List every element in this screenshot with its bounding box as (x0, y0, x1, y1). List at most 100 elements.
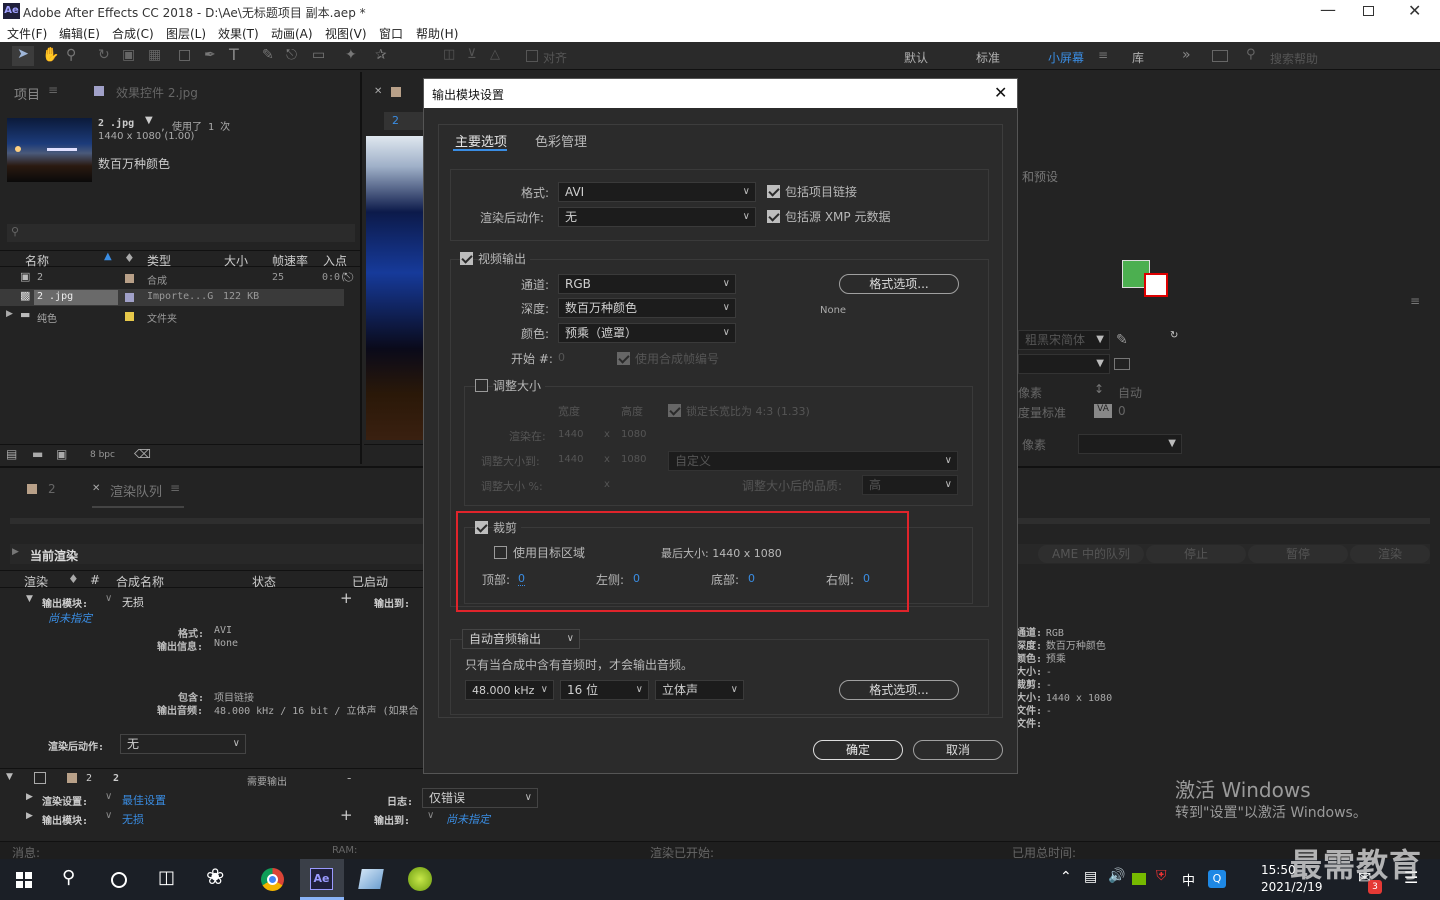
project-search-field[interactable]: ⚲ (7, 224, 355, 242)
post-render-select[interactable]: 无 ∨ (120, 734, 246, 754)
render-queue-close-icon[interactable]: ✕ (92, 483, 100, 494)
roto-brush-tool-icon[interactable]: ✦ (345, 47, 357, 63)
depth-select[interactable]: 数百万种颜色 ∨ (558, 298, 736, 318)
network-icon[interactable]: ▤ (1084, 869, 1097, 885)
tray-chevron-icon[interactable]: ⌃ (1060, 869, 1072, 885)
col-comp-name[interactable]: 合成名称 (116, 573, 164, 590)
pinwheel-app-icon[interactable]: ❀ (206, 865, 224, 890)
menu-view[interactable]: 视图(V) (325, 25, 367, 42)
ime-indicator[interactable]: 中 (1182, 870, 1195, 889)
sample-rate-select[interactable]: 48.000 kHz ∨ (465, 680, 554, 700)
col-status[interactable]: 状态 (252, 573, 276, 590)
start-frame-value[interactable]: 0 (558, 351, 565, 364)
channels-select[interactable]: 立体声 ∨ (655, 680, 744, 700)
expand-arrow-icon[interactable]: ▶ (26, 792, 33, 802)
output-module2-dropdown-icon[interactable]: ∨ (105, 810, 112, 821)
task-view-icon[interactable]: ◫ (158, 867, 175, 888)
col-fps[interactable]: 帧速率 (272, 252, 308, 269)
chrome-icon[interactable] (261, 868, 284, 891)
stroke-style-select[interactable]: ▼ (1078, 434, 1182, 454)
workspace-small-screen[interactable]: 小屏幕 (1048, 49, 1084, 66)
col-name[interactable]: 名称 (25, 252, 49, 269)
workspace-default[interactable]: 默认 (904, 49, 928, 66)
resize-quality-select[interactable]: 高 ∨ (862, 475, 958, 495)
post-render-action-select[interactable]: 无 ∨ (558, 207, 756, 227)
output-module-value[interactable]: 无损 (122, 594, 144, 610)
table-row[interactable]: ▣ 2 合成 25 0:0( ⎋ (0, 270, 360, 287)
pan-behind-tool-icon[interactable]: ▦ (148, 47, 161, 63)
table-row[interactable]: ▩ 2 .jpg Importe...G 122 KB (0, 289, 344, 306)
search-icon[interactable]: ⚲ (62, 867, 75, 888)
log-select[interactable]: 仅错误 ∨ (422, 788, 538, 808)
no-fill-swatch[interactable] (1114, 358, 1130, 370)
use-comp-frame-checkbox[interactable] (617, 352, 630, 365)
type-tool-icon[interactable]: T (229, 45, 239, 64)
interpret-footage-icon[interactable]: ▤ (6, 447, 17, 461)
render-queue-tab[interactable]: 渲染队列 (110, 481, 162, 500)
resize-to-height[interactable]: 1080 (621, 454, 646, 465)
character-menu-icon[interactable]: ≡ (1410, 294, 1420, 308)
menu-effect[interactable]: 效果(T) (218, 25, 259, 42)
cancel-button[interactable]: 取消 (913, 740, 1003, 760)
audio-output-mode-select[interactable]: 自动音频输出 ∨ (462, 629, 580, 649)
resize-to-width[interactable]: 1440 (558, 454, 583, 465)
col-number[interactable]: # (90, 573, 100, 587)
cortana-icon[interactable] (111, 872, 127, 888)
render-button[interactable]: 渲染 (1350, 545, 1430, 563)
color-select[interactable]: 预乘（遮罩） ∨ (558, 323, 736, 343)
security-icon[interactable]: ⛨ (1156, 868, 1167, 884)
expand-arrow-icon[interactable]: ▼ (6, 772, 13, 782)
menu-edit[interactable]: 编辑(E) (59, 25, 100, 42)
project-tab[interactable]: 项目 (14, 84, 40, 103)
eyedropper-icon[interactable]: ✎ (1116, 332, 1128, 348)
swap-colors-icon[interactable]: ↻ (1170, 330, 1178, 341)
menu-layer[interactable]: 图层(L) (166, 25, 206, 42)
menu-composition[interactable]: 合成(C) (112, 25, 154, 42)
new-comp-icon[interactable]: ▣ (56, 447, 67, 461)
notebook-app-icon[interactable] (358, 869, 384, 889)
render-settings-value[interactable]: 最佳设置 (122, 792, 166, 808)
expand-arrow-icon[interactable]: ▶ (12, 547, 19, 557)
add-output-module2-icon[interactable]: + (340, 806, 353, 824)
video-format-options-button[interactable]: 格式选项... (839, 274, 959, 294)
output-unspecified-link[interactable]: 尚未指定 (48, 610, 92, 626)
dialog-close-icon[interactable]: ✕ (994, 83, 1007, 102)
volume-icon[interactable]: 🔊 (1108, 868, 1125, 884)
col-in[interactable]: 入点 (323, 252, 347, 269)
col-size[interactable]: 大小 (224, 252, 248, 269)
local-axis-icon[interactable]: ◫ (443, 47, 455, 62)
zoom-tool-icon[interactable]: ⚲ (66, 47, 76, 63)
snap-checkbox[interactable] (526, 50, 538, 62)
channel-select[interactable]: RGB ∨ (558, 274, 736, 294)
delete-icon[interactable]: ⌫ (134, 447, 151, 461)
close-icon[interactable]: ✕ (1408, 1, 1421, 20)
selection-tool-icon[interactable]: ➤ (12, 46, 34, 66)
kerning-value[interactable]: 度量标准 (1018, 404, 1066, 421)
expand-arrow-icon[interactable]: ▶ (26, 811, 33, 821)
expand-arrow-icon[interactable]: ▶ (6, 309, 13, 319)
comp-close-icon[interactable]: ✕ (374, 86, 382, 97)
col-started[interactable]: 已启动 (352, 573, 388, 590)
asset-dropdown-icon[interactable]: ▼ (145, 115, 153, 126)
menu-animation[interactable]: 动画(A) (271, 25, 313, 42)
leading-value[interactable]: 自动 (1118, 384, 1142, 401)
camera-tool-icon[interactable]: ▣ (122, 47, 135, 63)
resize-checkbox[interactable] (475, 379, 488, 392)
timeline-tab[interactable]: 2 (48, 482, 56, 496)
output-to2-value[interactable]: 尚未指定 (446, 811, 490, 827)
hand-tool-icon[interactable]: ✋ (42, 47, 59, 63)
world-axis-icon[interactable]: ⊻ (467, 47, 477, 62)
tracking-value[interactable]: 0 (1118, 404, 1126, 418)
clone-stamp-tool-icon[interactable]: ⎋ (286, 47, 297, 63)
brush-tool-icon[interactable]: ✎ (262, 47, 274, 63)
include-xmp-checkbox[interactable] (767, 210, 780, 223)
green-app-icon[interactable] (408, 867, 432, 891)
workspace-standard[interactable]: 标准 (976, 49, 1000, 66)
view-axis-icon[interactable]: △ (490, 47, 500, 62)
table-row[interactable]: ▶ ▬ 纯色 文件夹 (0, 308, 360, 325)
rotate-tool-icon[interactable]: ↻ (98, 47, 110, 63)
bpc-button[interactable]: 8 bpc (90, 450, 115, 460)
effects-tab[interactable]: 效果控件 2.jpg (116, 84, 198, 101)
toolbar-panel-icon[interactable] (1212, 50, 1228, 62)
tab-color-management[interactable]: 色彩管理 (535, 131, 587, 150)
